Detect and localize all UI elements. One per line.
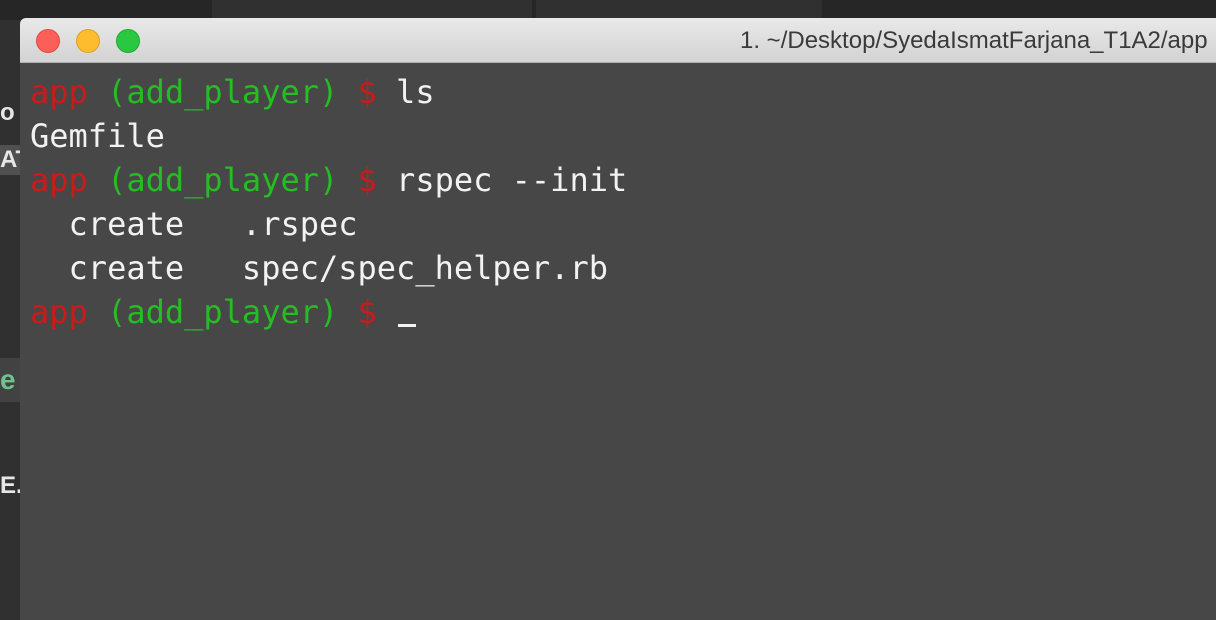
prompt-symbol: $ bbox=[357, 293, 377, 331]
prompt-git-branch: (add_player) bbox=[107, 73, 339, 111]
output-line: create .rspec bbox=[30, 205, 358, 243]
background-tab bbox=[212, 0, 532, 20]
background-text-fragment: o bbox=[0, 99, 15, 126]
prompt-git-branch: (add_player) bbox=[107, 293, 339, 331]
minimize-button[interactable] bbox=[76, 29, 100, 53]
close-button[interactable] bbox=[36, 29, 60, 53]
maximize-button[interactable] bbox=[116, 29, 140, 53]
prompt-directory: app bbox=[30, 161, 88, 199]
background-tab bbox=[536, 0, 822, 20]
text-cursor[interactable] bbox=[398, 324, 417, 327]
background-text-fragment: AT bbox=[0, 145, 22, 175]
output-line: Gemfile bbox=[30, 117, 165, 155]
prompt-directory: app bbox=[30, 73, 88, 111]
prompt-line: app (add_player) $ bbox=[30, 290, 1216, 334]
background-text-fragment: e bbox=[0, 358, 22, 402]
title-bar[interactable]: 1. ~/Desktop/SyedaIsmatFarjana_T1A2/app bbox=[20, 18, 1216, 63]
prompt-line: app (add_player) $ rspec --init bbox=[30, 158, 1216, 202]
background-text-fragment: E. bbox=[0, 472, 22, 499]
output-line: create spec/spec_helper.rb bbox=[30, 249, 608, 287]
terminal-window[interactable]: 1. ~/Desktop/SyedaIsmatFarjana_T1A2/app … bbox=[20, 18, 1216, 620]
prompt-directory: app bbox=[30, 293, 88, 331]
prompt-symbol: $ bbox=[357, 161, 377, 199]
command-text: rspec --init bbox=[396, 161, 628, 199]
terminal-output[interactable]: app (add_player) $ ls Gemfile app (add_pla… bbox=[30, 70, 1216, 334]
prompt-git-branch: (add_player) bbox=[107, 161, 339, 199]
background-window-edge: o AT e E. bbox=[0, 20, 22, 620]
window-title: 1. ~/Desktop/SyedaIsmatFarjana_T1A2/app bbox=[740, 27, 1208, 54]
background-window-tabs bbox=[0, 0, 1216, 20]
prompt-symbol: $ bbox=[357, 73, 377, 111]
command-text: ls bbox=[396, 73, 435, 111]
prompt-line: app (add_player) $ ls bbox=[30, 70, 1216, 114]
